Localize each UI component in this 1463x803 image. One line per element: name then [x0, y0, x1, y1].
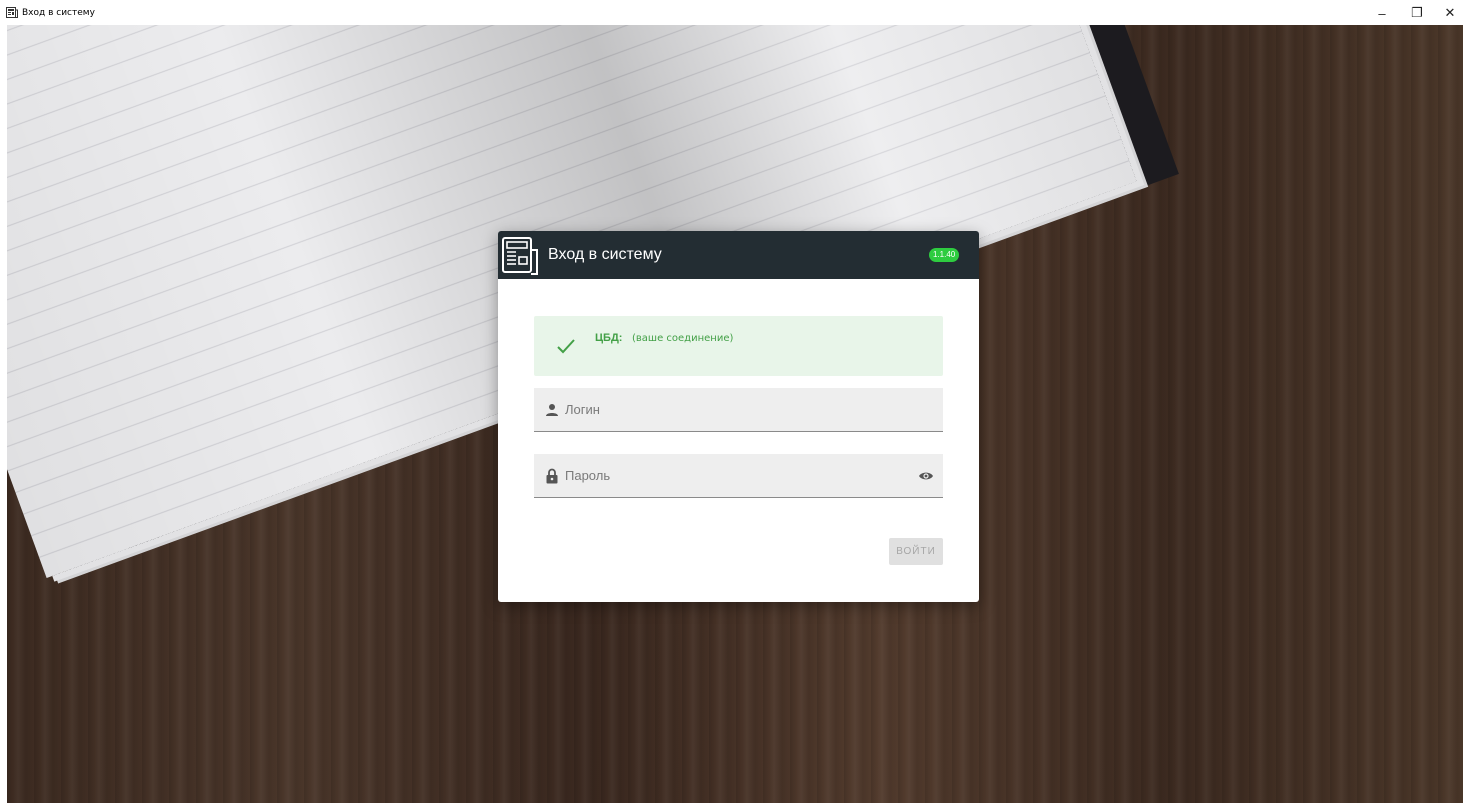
status-value: (ваше соединение)	[632, 333, 734, 344]
check-icon	[557, 339, 575, 354]
dialog-title: Вход в систему	[548, 246, 662, 263]
password-field[interactable]: Пароль	[534, 454, 943, 498]
version-badge: 1.1.40	[929, 248, 960, 262]
person-icon	[546, 404, 558, 416]
login-field[interactable]: Логин	[534, 388, 943, 432]
login-button[interactable]: ВОЙТИ	[889, 538, 943, 565]
eye-icon[interactable]	[918, 469, 934, 483]
close-button[interactable]: ✕	[1435, 4, 1463, 22]
window-title: Вход в систему	[22, 8, 95, 18]
login-dialog: Вход в систему 1.1.40 ЦБД: (ваше соедине…	[498, 231, 979, 602]
lock-icon	[546, 468, 558, 484]
restore-button[interactable]: ❐	[1402, 4, 1432, 22]
window-titlebar: Вход в систему – ❐ ✕	[0, 0, 1463, 25]
newspaper-logo-icon	[502, 237, 538, 275]
password-placeholder: Пароль	[565, 468, 611, 483]
app-icon	[6, 7, 18, 18]
connection-status: ЦБД: (ваше соединение)	[534, 316, 943, 376]
dialog-header: Вход в систему 1.1.40	[498, 231, 979, 279]
login-placeholder: Логин	[565, 402, 600, 417]
minimize-button[interactable]: –	[1367, 4, 1397, 22]
status-label: ЦБД:	[595, 332, 623, 344]
